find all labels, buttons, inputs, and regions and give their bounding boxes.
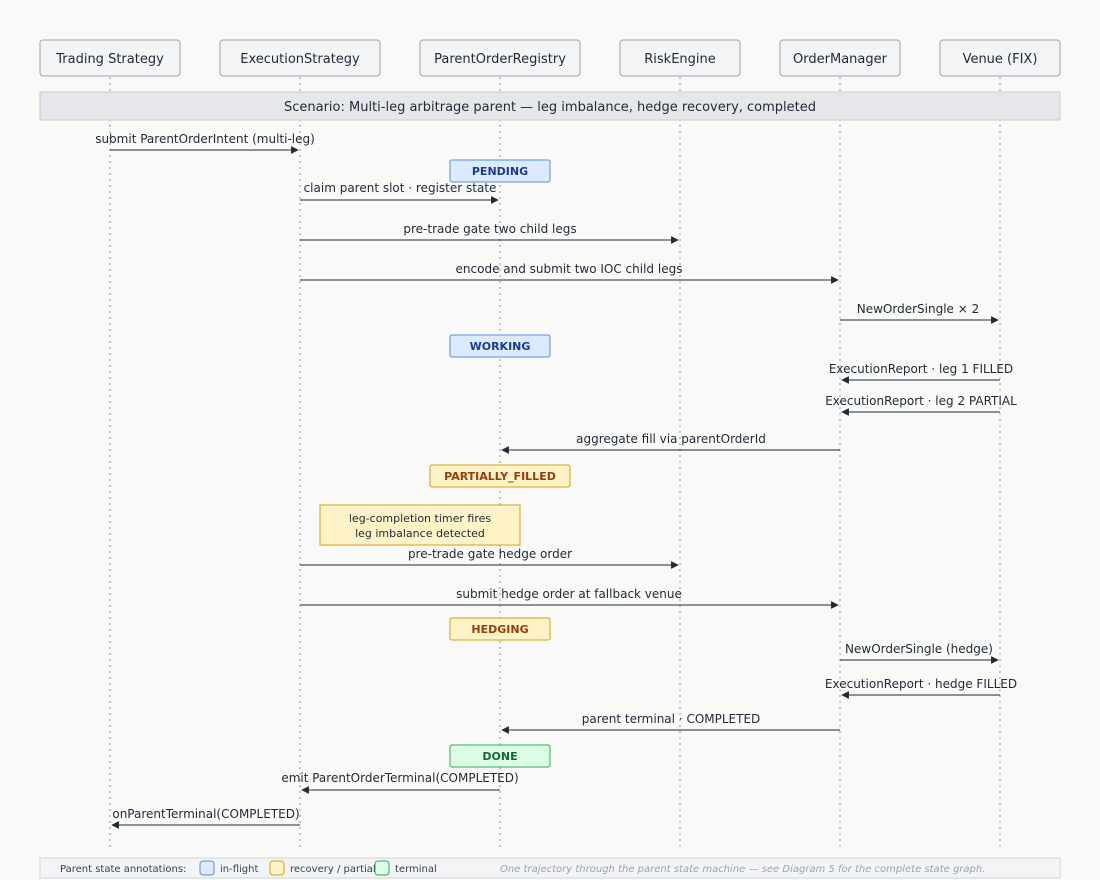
message-execution-report-hedge: ExecutionReport · hedge FILLED xyxy=(825,677,1017,699)
message-aggregate-fill: aggregate fill via parentOrderId xyxy=(501,432,840,454)
participant-order-manager: OrderManager xyxy=(779,39,901,77)
message-on-parent-terminal: onParentTerminal(COMPLETED) xyxy=(111,807,300,829)
message-label: onParentTerminal(COMPLETED) xyxy=(112,807,299,821)
participant-label: Venue (FIX) xyxy=(963,52,1038,67)
message-execution-report-leg1: ExecutionReport · leg 1 FILLED xyxy=(829,362,1013,384)
message-label: aggregate fill via parentOrderId xyxy=(576,432,766,446)
note-line: leg imbalance detected xyxy=(355,527,485,540)
message-pre-trade-gate-legs: pre-trade gate two child legs xyxy=(300,222,679,244)
message-new-order-single-x2: NewOrderSingle × 2 xyxy=(840,302,999,324)
legend-item-label: in-flight xyxy=(220,864,258,875)
message-label: NewOrderSingle × 2 xyxy=(857,302,979,316)
state-label: WORKING xyxy=(470,340,531,353)
state-done: DONE xyxy=(449,744,551,768)
participant-label: Trading Strategy xyxy=(55,52,164,67)
participant-risk-engine: RiskEngine xyxy=(619,39,741,77)
message-label: encode and submit two IOC child legs xyxy=(456,262,683,276)
participant-trading-strategy: Trading Strategy xyxy=(39,39,181,77)
participant-venue-fix: Venue (FIX) xyxy=(939,39,1061,77)
message-label: parent terminal · COMPLETED xyxy=(582,712,761,726)
participant-label: ParentOrderRegistry xyxy=(434,52,566,67)
message-claim-parent-slot: claim parent slot · register state xyxy=(300,181,499,204)
message-label: emit ParentOrderTerminal(COMPLETED) xyxy=(281,771,518,785)
state-hedging: HEDGING xyxy=(449,617,551,641)
state-label: HEDGING xyxy=(471,623,528,636)
legend-item-label: terminal xyxy=(395,864,437,875)
legend-caption: One trajectory through the parent state … xyxy=(500,864,985,875)
message-label: pre-trade gate two child legs xyxy=(403,222,576,236)
participant-execution-strategy: ExecutionStrategy xyxy=(219,39,381,77)
state-label: PENDING xyxy=(472,165,528,178)
message-label: claim parent slot · register state xyxy=(304,181,497,195)
message-emit-parent-order-terminal: emit ParentOrderTerminal(COMPLETED) xyxy=(281,771,519,794)
legend: Parent state annotations: in-flight reco… xyxy=(39,857,1061,879)
legend-item-in-flight: in-flight xyxy=(199,860,258,876)
state-pending: PENDING xyxy=(449,159,551,183)
message-label: submit hedge order at fallback venue xyxy=(456,587,682,601)
lifelines xyxy=(109,77,1001,850)
message-pre-trade-gate-hedge: pre-trade gate hedge order xyxy=(300,547,679,569)
message-label: ExecutionReport · leg 1 FILLED xyxy=(829,362,1013,376)
legend-item-label: recovery / partial xyxy=(290,864,376,875)
message-label: ExecutionReport · hedge FILLED xyxy=(825,677,1017,691)
message-submit-hedge-order: submit hedge order at fallback venue xyxy=(300,587,839,609)
message-new-order-single-hedge: NewOrderSingle (hedge) xyxy=(840,642,999,664)
note-line: leg-completion timer fires xyxy=(349,512,491,525)
legend-item-terminal: terminal xyxy=(374,860,437,876)
sequence-diagram: Trading Strategy ExecutionStrategy Paren… xyxy=(39,39,1061,879)
participant-parent-order-registry: ParentOrderRegistry xyxy=(419,39,581,77)
participant-label: RiskEngine xyxy=(644,52,716,67)
message-parent-terminal-completed: parent terminal · COMPLETED xyxy=(501,712,840,734)
legend-title: Parent state annotations: xyxy=(60,864,186,875)
state-partially-filled: PARTIALLY_FILLED xyxy=(429,464,571,488)
state-label: DONE xyxy=(482,750,517,763)
scenario-banner: Scenario: Multi-leg arbitrage parent — l… xyxy=(39,91,1061,121)
participant-label: ExecutionStrategy xyxy=(240,52,360,67)
participant-label: OrderManager xyxy=(793,52,888,67)
state-label: PARTIALLY_FILLED xyxy=(444,470,556,483)
message-label: ExecutionReport · leg 2 PARTIAL xyxy=(825,394,1017,408)
participants: Trading Strategy ExecutionStrategy Paren… xyxy=(39,39,1061,77)
note-leg-imbalance: leg-completion timer fires leg imbalance… xyxy=(319,504,521,546)
message-submit-parent-order-intent: submit ParentOrderIntent (multi-leg) xyxy=(95,132,315,154)
state-working: WORKING xyxy=(449,334,551,358)
message-label: submit ParentOrderIntent (multi-leg) xyxy=(95,132,315,146)
message-encode-submit-legs: encode and submit two IOC child legs xyxy=(300,262,839,284)
message-execution-report-leg2: ExecutionReport · leg 2 PARTIAL xyxy=(825,394,1017,416)
message-label: NewOrderSingle (hedge) xyxy=(845,642,993,656)
scenario-title: Scenario: Multi-leg arbitrage parent — l… xyxy=(284,100,816,115)
message-label: pre-trade gate hedge order xyxy=(408,547,572,561)
